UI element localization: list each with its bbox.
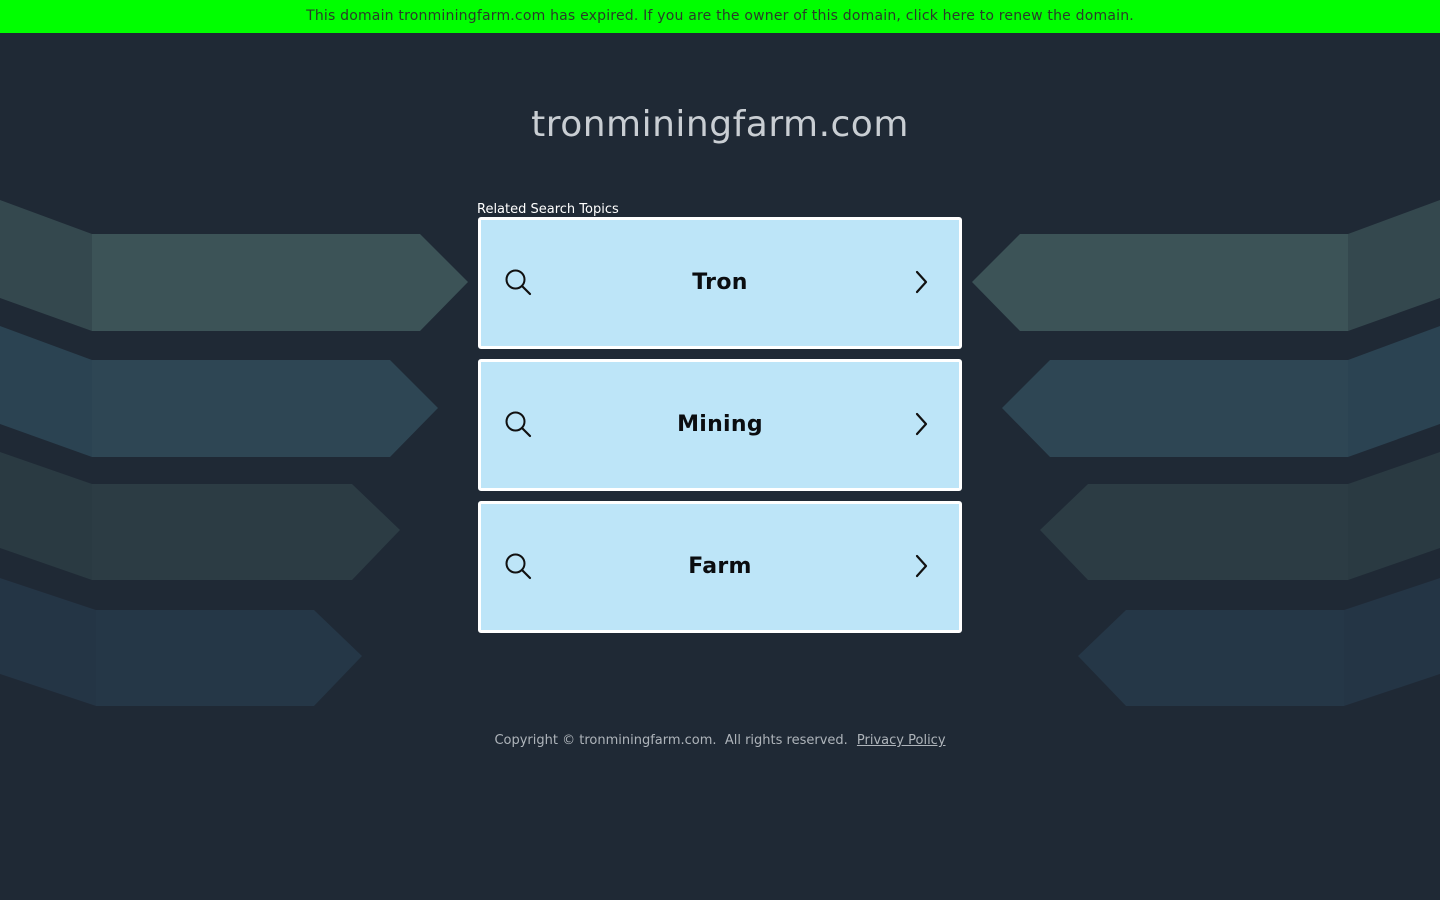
chevron-right-icon xyxy=(915,412,928,436)
copyright-text: Copyright © tronminingfarm.com. All righ… xyxy=(494,733,848,748)
topic-label: Mining xyxy=(677,412,763,437)
chevron-right-icon xyxy=(915,554,928,578)
topic-list: Tron Mining Farm xyxy=(478,217,962,643)
topic-link-farm[interactable]: Farm xyxy=(478,501,962,633)
chevron-right-icon xyxy=(915,270,928,294)
privacy-policy-link[interactable]: Privacy Policy xyxy=(857,733,946,748)
topic-label: Farm xyxy=(688,554,752,579)
topic-link-tron[interactable]: Tron xyxy=(478,217,962,349)
related-search-label: Related Search Topics xyxy=(477,202,619,217)
domain-title: tronminingfarm.com xyxy=(531,104,909,145)
footer: Copyright © tronminingfarm.com. All righ… xyxy=(0,732,1440,750)
expired-domain-banner[interactable]: This domain tronminingfarm.com has expir… xyxy=(0,0,1440,33)
topic-label: Tron xyxy=(692,270,748,295)
topic-link-mining[interactable]: Mining xyxy=(478,359,962,491)
